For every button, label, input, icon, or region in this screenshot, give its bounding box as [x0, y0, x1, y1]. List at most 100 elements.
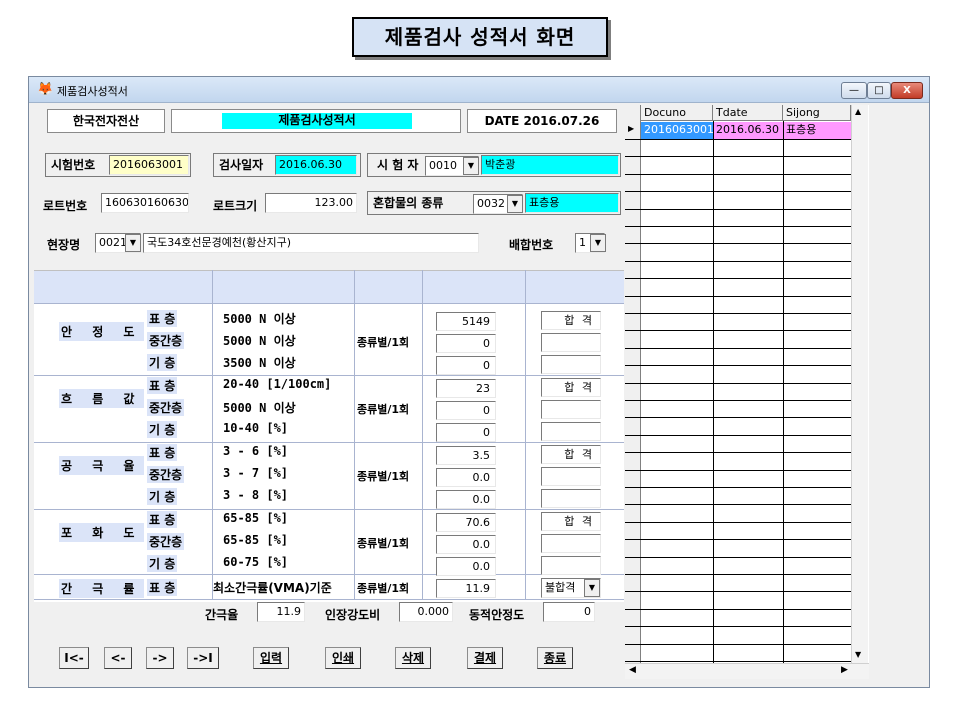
test-value-field[interactable]: 0 [436, 356, 496, 375]
maximize-button[interactable]: □ [867, 82, 891, 99]
chevron-down-icon[interactable]: ▼ [507, 195, 523, 213]
delete-button[interactable]: 삭제 [395, 647, 431, 669]
test-date-field[interactable]: 2016.06.30 [275, 155, 357, 175]
test-no-field[interactable]: 2016063001 [109, 155, 189, 175]
list-cell-docuno[interactable]: 2016063001 [641, 122, 713, 139]
current-row-marker-icon: ▶ [628, 124, 635, 133]
chevron-down-icon[interactable]: ▼ [125, 234, 141, 252]
vma-spec: 최소간극률(VMA)기준 [213, 581, 332, 595]
vertical-scrollbar[interactable]: ▲ ▼ [851, 105, 868, 665]
close-button[interactable]: X [891, 82, 923, 99]
chevron-down-icon[interactable]: ▼ [584, 579, 600, 597]
grid-line [525, 270, 526, 600]
vma-value[interactable]: 11.9 [436, 579, 496, 598]
result-field[interactable]: 합 격 [541, 378, 601, 397]
next-record-button[interactable]: -> [146, 647, 174, 669]
scroll-left-icon[interactable]: ◀ [629, 665, 636, 675]
test-value-field[interactable]: 23 [436, 379, 496, 398]
column-header-docuno[interactable]: Docuno [641, 105, 713, 121]
minimize-button[interactable]: — [841, 82, 867, 99]
vma-summary-field[interactable]: 11.9 [257, 602, 305, 622]
main-window: 🦊 제품검사성적서 — □ X 한국전자전산 제품검사성적서 DATE 2016… [28, 76, 930, 688]
result-field[interactable] [541, 489, 601, 508]
dynamic-stability-field[interactable]: 0 [543, 602, 595, 622]
test-grid [34, 270, 624, 602]
spec-label: 5000 N 이상 [223, 334, 296, 348]
result-field[interactable]: 합 격 [541, 512, 601, 531]
vma-category: 간 극 률 [59, 579, 145, 598]
layer-label: 중간층 [147, 399, 185, 416]
tsr-label: 인장강도비 [325, 608, 381, 622]
grid-header [34, 270, 624, 304]
grid-line [34, 574, 624, 575]
layer-label: 중간층 [147, 466, 185, 483]
list-row-line [625, 435, 851, 436]
test-value-field[interactable]: 0 [436, 401, 496, 420]
test-value-field[interactable]: 0.0 [436, 490, 496, 509]
scroll-right-icon[interactable]: ▶ [841, 665, 848, 675]
prev-record-button[interactable]: <- [104, 647, 132, 669]
grid-line [422, 270, 423, 600]
chevron-down-icon[interactable]: ▼ [463, 157, 479, 175]
column-header-tdate[interactable]: Tdate [713, 105, 783, 121]
list-cell-tdate[interactable]: 2016.06.30 [713, 122, 783, 139]
list-row-line [625, 243, 851, 244]
list-row-line [625, 557, 851, 558]
result-field[interactable] [541, 556, 601, 575]
result-field[interactable] [541, 355, 601, 374]
list-row-line [625, 644, 851, 645]
test-value-field[interactable]: 0 [436, 423, 496, 442]
site-name-field[interactable]: 국도34호선문경예천(황산지구) [143, 233, 479, 253]
result-field[interactable] [541, 400, 601, 419]
tsr-field[interactable]: 0.000 [399, 602, 453, 622]
form-title: 제품검사성적서 [222, 113, 412, 129]
scroll-up-icon[interactable]: ▲ [855, 107, 861, 116]
horizontal-scrollbar[interactable]: ◀ ▶ [625, 663, 869, 679]
tester-name-field[interactable]: 박춘광 [481, 155, 619, 175]
test-value-field[interactable]: 0 [436, 334, 496, 353]
result-field[interactable]: 합 격 [541, 445, 601, 464]
result-field[interactable] [541, 422, 601, 441]
spec-label: 10-40 [%] [223, 421, 289, 435]
test-date-label: 검사일자 [219, 158, 264, 172]
last-record-button[interactable]: ->I [187, 647, 219, 669]
exit-button[interactable]: 종료 [537, 647, 573, 669]
layer-label: 기 층 [147, 421, 178, 438]
layer-label: 표 층 [147, 444, 178, 461]
test-value-field[interactable]: 0.0 [436, 557, 496, 576]
result-field[interactable]: 합 격 [541, 311, 601, 330]
test-value-field[interactable]: 5149 [436, 312, 496, 331]
category-label: 안 정 도 [59, 322, 145, 341]
lot-size-field[interactable]: 123.00 [265, 193, 357, 213]
form-title-box: 제품검사성적서 [171, 109, 461, 133]
list-row-line [625, 139, 851, 140]
chevron-down-icon[interactable]: ▼ [590, 234, 606, 252]
result-field[interactable] [541, 534, 601, 553]
first-record-button[interactable]: I<- [59, 647, 89, 669]
test-value-field[interactable]: 0.0 [436, 468, 496, 487]
result-field[interactable] [541, 333, 601, 352]
list-row-line [625, 661, 851, 662]
approve-button[interactable]: 결제 [467, 647, 503, 669]
scroll-down-icon[interactable]: ▼ [855, 650, 861, 659]
list-row-line [625, 209, 851, 210]
test-value-field[interactable]: 70.6 [436, 513, 496, 532]
fox-icon: 🦊 [37, 82, 54, 97]
print-button[interactable]: 인쇄 [325, 647, 361, 669]
list-row-line [625, 539, 851, 540]
title-bar[interactable]: 🦊 제품검사성적서 — □ X [29, 77, 929, 103]
spec-label: 60-75 [%] [223, 555, 289, 569]
result-field[interactable] [541, 467, 601, 486]
list-cell-sijong[interactable]: 표층용 [783, 122, 851, 139]
input-button[interactable]: 입력 [253, 647, 289, 669]
test-value-field[interactable]: 0.0 [436, 535, 496, 554]
mix-name-field[interactable]: 표층용 [525, 193, 619, 213]
mix-no-label: 배합번호 [509, 238, 554, 252]
frequency-label: 종류별/1회 [357, 470, 410, 483]
list-row-line [625, 626, 851, 627]
lot-no-field[interactable]: 160630160630 [101, 193, 189, 213]
column-header-sijong[interactable]: Sijong [783, 105, 851, 121]
current-date: DATE 2016.07.26 [467, 109, 617, 133]
list-row-line [625, 452, 851, 453]
test-value-field[interactable]: 3.5 [436, 446, 496, 465]
